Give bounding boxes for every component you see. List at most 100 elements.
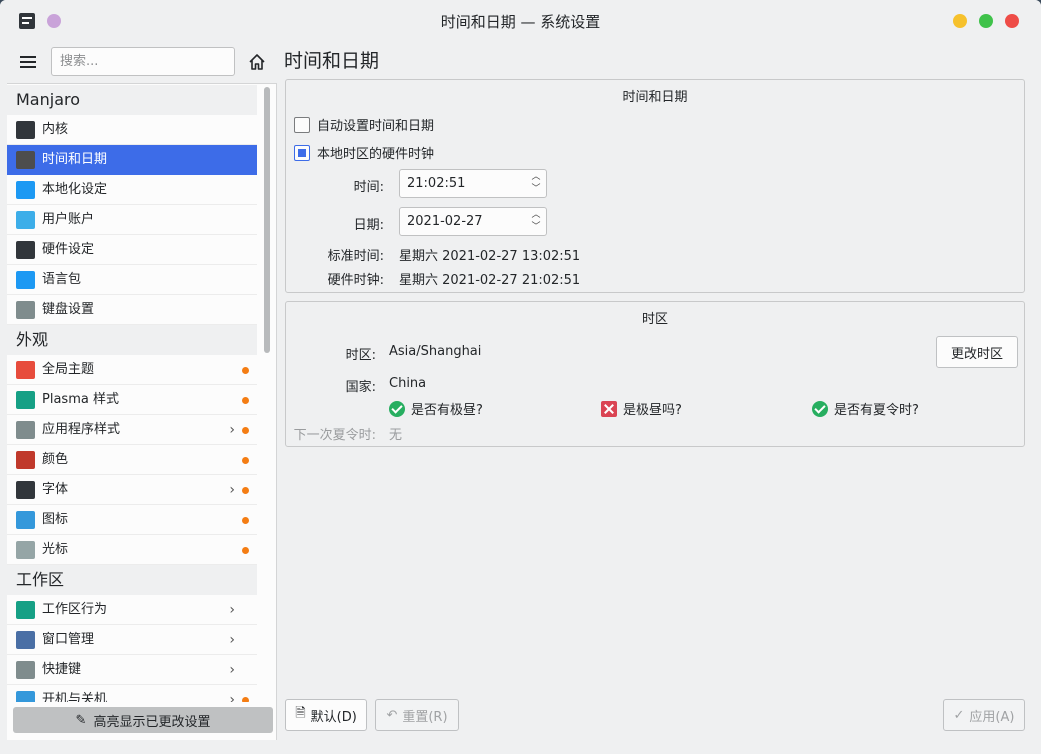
local-rtc-row[interactable]: 本地时区的硬件时钟: [294, 143, 434, 162]
rtc-label: 硬件时钟:: [327, 273, 384, 288]
sidebar-item[interactable]: 语言包: [7, 265, 257, 295]
sidebar-item[interactable]: Plasma 样式: [7, 385, 257, 415]
utc-label: 标准时间:: [327, 249, 384, 264]
cursor-icon: [16, 541, 35, 559]
has-polar-day-label: 是否有极昼?: [411, 403, 483, 418]
shortcuts-icon: [16, 661, 35, 679]
sidebar-item[interactable]: 颜色: [7, 445, 257, 475]
sidebar-item[interactable]: 应用程序样式 ›: [7, 415, 257, 445]
sidebar-item[interactable]: 键盘设置: [7, 295, 257, 325]
apply-button[interactable]: ✓ 应用(A): [943, 699, 1025, 731]
changed-indicator-dot: [242, 457, 249, 464]
sidebar-item-label: 字体: [42, 482, 69, 497]
document-icon: 🗎: [295, 706, 306, 721]
reset-label: 重置(R): [402, 709, 448, 725]
icons-icon: [16, 511, 35, 529]
chevron-down-icon[interactable]: ﹀: [531, 222, 540, 233]
utc-value: 星期六 2021-02-27 13:02:51: [399, 249, 581, 264]
sidebar-item[interactable]: 本地化设定: [7, 175, 257, 205]
local-rtc-label: 本地时区的硬件时钟: [317, 147, 435, 162]
minimize-button[interactable]: [953, 14, 967, 28]
auto-set-row[interactable]: 自动设置时间和日期: [294, 115, 434, 134]
hardware-icon: [16, 241, 35, 259]
page-title: 时间和日期: [284, 50, 380, 72]
startup-shutdown-icon: [16, 691, 35, 702]
reset-button[interactable]: ↶ 重置(R): [375, 699, 459, 731]
apply-label: 应用(A): [969, 709, 1015, 725]
sidebar-item-label: 光标: [42, 542, 69, 557]
sidebar-item[interactable]: 硬件设定: [7, 235, 257, 265]
sidebar-item-label: 键盘设置: [42, 302, 95, 317]
sidebar-item-label: 开机与关机: [42, 692, 108, 702]
hamburger-menu-icon[interactable]: [20, 55, 36, 69]
chevron-up-icon[interactable]: ︿: [531, 172, 540, 183]
chevron-right-icon: ›: [229, 662, 235, 678]
window-title: 时间和日期 — 系统设置: [440, 12, 601, 31]
sidebar-item[interactable]: 全局主题: [7, 355, 257, 385]
search-input[interactable]: [51, 47, 235, 76]
sidebar-section-header: 外观: [7, 325, 257, 355]
sidebar-item[interactable]: 工作区行为 ›: [7, 595, 257, 625]
sidebar-item[interactable]: 内核: [7, 115, 257, 145]
defaults-button[interactable]: 🗎 默认(D): [285, 699, 367, 731]
change-timezone-button[interactable]: 更改时区: [936, 336, 1018, 368]
chevron-right-icon: ›: [229, 692, 235, 702]
changed-indicator-dot: [242, 547, 249, 554]
sidebar-item[interactable]: 光标: [7, 535, 257, 565]
sidebar-item[interactable]: 字体 ›: [7, 475, 257, 505]
kernel-icon: [16, 121, 35, 139]
home-icon[interactable]: [247, 52, 267, 72]
pen-icon: ✎: [75, 712, 87, 728]
cross-box-icon: [601, 400, 617, 417]
keyboard-icon: [16, 301, 35, 319]
maximize-button[interactable]: [979, 14, 993, 28]
auto-set-label: 自动设置时间和日期: [317, 119, 435, 134]
changed-indicator-dot: [242, 397, 249, 404]
system-settings-window: 时间和日期 — 系统设置 Manjaro内核时间和日期本地化设定用户账户硬件设定…: [0, 0, 1041, 754]
auto-set-checkbox[interactable]: [294, 116, 310, 133]
sidebar-item[interactable]: 开机与关机 ›: [7, 685, 257, 702]
sidebar-item[interactable]: 图标: [7, 505, 257, 535]
sidebar-item-label: 图标: [42, 512, 69, 527]
tz-value: Asia/Shanghai: [389, 344, 482, 359]
chevron-down-icon[interactable]: ﹀: [531, 184, 540, 195]
chevron-up-icon[interactable]: ︿: [531, 210, 540, 221]
sidebar-section-header: 工作区: [7, 565, 257, 595]
datetime-group-title: 时间和日期: [622, 90, 688, 105]
highlight-changed-label: 高亮显示已更改设置: [93, 714, 211, 730]
sidebar-item[interactable]: 时间和日期: [7, 145, 257, 175]
highlight-changed-settings-button[interactable]: ✎ 高亮显示已更改设置: [13, 707, 273, 733]
changed-indicator-dot: [242, 427, 249, 434]
changed-indicator-dot: [242, 697, 249, 702]
sidebar-item-label: 应用程序样式: [42, 422, 121, 437]
check-icon: ✓: [953, 707, 965, 723]
locale-chat-icon: [16, 181, 35, 199]
time-value: 21:02:51: [407, 176, 466, 191]
sidebar-item[interactable]: 用户账户: [7, 205, 257, 235]
user-icon: [16, 211, 35, 229]
local-rtc-checkbox[interactable]: [294, 144, 310, 161]
app-style-icon: [16, 421, 35, 439]
sidebar-item-label: 本地化设定: [42, 182, 108, 197]
settings-app-icon[interactable]: [19, 13, 35, 29]
chevron-right-icon: ›: [229, 482, 235, 498]
sidebar-item-label: 时间和日期: [42, 152, 108, 167]
chevron-right-icon: ›: [229, 422, 235, 438]
date-spinbox[interactable]: 2021-02-27 ︿ ﹀: [399, 207, 547, 236]
sidebar-item[interactable]: 窗口管理 ›: [7, 625, 257, 655]
tz-label: 时区:: [345, 348, 376, 363]
datetime-groupbox: 时间和日期 自动设置时间和日期 本地时区的硬件时钟 时间: 21:02:51 ︿…: [285, 79, 1025, 293]
sidebar-scrollbar[interactable]: [264, 87, 270, 353]
close-button[interactable]: [1005, 14, 1019, 28]
time-spinbox[interactable]: 21:02:51 ︿ ﹀: [399, 169, 547, 198]
changed-indicator-dot: [242, 367, 249, 374]
chevron-right-icon: ›: [229, 602, 235, 618]
keep-above-button[interactable]: [47, 14, 61, 28]
check-circle-icon: [389, 400, 405, 417]
sidebar-section-header: Manjaro: [7, 85, 257, 115]
changed-indicator-dot: [242, 487, 249, 494]
sidebar-item-label: Plasma 样式: [42, 392, 119, 407]
window-management-icon: [16, 631, 35, 649]
sidebar-item[interactable]: 快捷键 ›: [7, 655, 257, 685]
country-label: 国家:: [345, 380, 376, 395]
